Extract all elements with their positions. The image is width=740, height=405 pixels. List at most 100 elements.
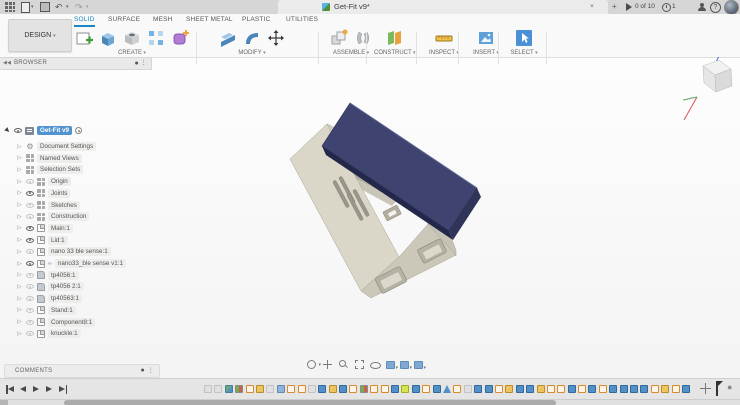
browser-row-document-settings[interactable]: ▷ ⚙ Document Settings — [16, 141, 97, 152]
expander-icon[interactable]: ▷ — [16, 155, 23, 161]
browser-row-selection-sets[interactable]: ▷ Selection Sets — [16, 164, 84, 175]
flag-icon[interactable] — [626, 3, 632, 11]
timeline-feature-box[interactable] — [619, 385, 628, 393]
browser-item-label[interactable]: Construction — [48, 212, 90, 222]
visibility-eye-icon[interactable] — [26, 237, 34, 243]
browser-item-label[interactable]: tp4056 2:1 — [48, 282, 84, 292]
move-icon[interactable] — [266, 28, 286, 48]
timeline-feature-box[interactable] — [339, 385, 348, 393]
browser-row-tp4056-1[interactable]: ▷ tp4056:1 — [16, 270, 79, 281]
fillet-icon[interactable] — [242, 28, 262, 48]
pattern-icon[interactable] — [146, 28, 166, 48]
timeline-feature-sketch[interactable] — [380, 385, 389, 393]
visibility-eye-icon[interactable] — [26, 296, 34, 302]
browser-row-lid-1[interactable]: ▷ Lid:1 — [16, 235, 68, 246]
timeline-feature-flag[interactable] — [276, 385, 285, 393]
expander-icon[interactable]: ▷ — [16, 202, 23, 208]
visibility-eye-icon[interactable] — [26, 307, 34, 313]
browser-row-named-views[interactable]: ▷ Named Views — [16, 153, 82, 164]
timeline-feature-sketch[interactable] — [370, 385, 379, 393]
ribbon-tab-utilities[interactable]: UTILITIES — [286, 16, 318, 25]
timeline-feature-box[interactable] — [484, 385, 493, 393]
step-back-button[interactable] — [19, 385, 28, 394]
display-settings-icon[interactable]: ▾ — [386, 361, 398, 371]
timeline-feature-sketch[interactable] — [422, 385, 431, 393]
browser-item-label[interactable]: Origin — [48, 177, 71, 187]
canvas-icon[interactable] — [476, 28, 496, 48]
browser-item-label[interactable]: Document Settings — [37, 142, 97, 151]
browser-row-tp40563-1[interactable]: ▷ tp40563:1 — [16, 293, 83, 304]
skip-end-button[interactable] — [58, 384, 67, 394]
user-icon[interactable] — [698, 3, 706, 11]
visibility-eye-icon[interactable] — [26, 214, 34, 220]
timeline-feature-triangle[interactable] — [442, 385, 451, 393]
timeline-feature-box[interactable] — [640, 385, 649, 393]
browser-row-joints[interactable]: ▷ Joints — [16, 188, 71, 199]
timeline-feature-sketch[interactable] — [287, 385, 296, 393]
browser-row-nano33-ble-sense-v1-1[interactable]: ▷ ∞ nano33_ble sense v1:1 — [16, 258, 127, 269]
browser-item-label[interactable]: Component8:1 — [48, 317, 96, 327]
app-launcher-icon[interactable] — [5, 2, 15, 12]
browser-row-sketches[interactable]: ▷ Sketches — [16, 200, 80, 211]
timeline-feature-box[interactable] — [630, 385, 639, 393]
timeline-feature-joint[interactable] — [359, 385, 368, 393]
expander-icon[interactable]: ▶ — [3, 126, 13, 136]
viewports-icon[interactable]: ▾ — [414, 361, 426, 371]
undo-icon[interactable]: ↶ — [55, 1, 63, 13]
browser-row-nano-33-ble-sense-1[interactable]: ▷ nano 33 ble sense:1 — [16, 246, 111, 257]
browser-root-row[interactable]: ▶ Get-Fit v9 — [3, 125, 83, 136]
timeline-feature-box[interactable] — [411, 385, 420, 393]
timeline-feature-dim[interactable] — [214, 385, 223, 393]
undo-caret-icon[interactable]: ▾ — [66, 4, 69, 10]
browser-item-label[interactable]: tp4056:1 — [48, 270, 79, 280]
expander-icon[interactable]: ▷ — [16, 272, 23, 278]
ribbon-group-label[interactable]: INSERT — [466, 50, 506, 56]
expander-icon[interactable]: ▷ — [16, 249, 23, 255]
ribbon-group-label[interactable]: ASSEMBLE — [326, 50, 376, 56]
timeline-feature-box[interactable] — [609, 385, 618, 393]
timeline-feature-current[interactable] — [401, 385, 410, 393]
expander-icon[interactable]: ▷ — [16, 307, 23, 313]
browser-row-origin[interactable]: ▷ Origin — [16, 176, 71, 187]
browser-item-label[interactable]: Named Views — [37, 153, 82, 163]
expander-icon[interactable]: ▷ — [16, 237, 23, 243]
horizontal-scrollbar[interactable] — [0, 399, 740, 405]
timeline-feature-sketch[interactable] — [557, 385, 566, 393]
comments-bar[interactable]: COMMENTS ● ⋮ — [4, 364, 160, 378]
visibility-eye-icon[interactable] — [26, 179, 34, 185]
browser-item-label[interactable]: nano33_ble sense v1:1 — [54, 259, 127, 268]
visibility-eye-icon[interactable] — [26, 284, 34, 290]
redo-icon[interactable]: ↷ — [75, 1, 83, 13]
timeline-feature-sketch[interactable] — [650, 385, 659, 393]
new-component-icon[interactable] — [329, 28, 349, 48]
browser-row-stand-1[interactable]: ▷ Stand:1 — [16, 305, 76, 316]
browser-row-tp4056-2-1[interactable]: ▷ tp4056 2:1 — [16, 281, 84, 292]
browser-item-label[interactable]: Stand:1 — [48, 305, 76, 315]
browser-item-label[interactable]: Selection Sets — [37, 165, 84, 175]
timeline-feature-box[interactable] — [588, 385, 597, 393]
ribbon-tab-plastic[interactable]: PLASTIC — [242, 16, 271, 25]
expander-icon[interactable]: ▷ — [16, 190, 23, 196]
timeline-feature-box[interactable] — [432, 385, 441, 393]
close-tab-icon[interactable]: × — [590, 3, 594, 10]
timeline-feature-sketch[interactable] — [671, 385, 680, 393]
browser-item-label[interactable]: nano 33 ble sense:1 — [48, 247, 111, 257]
timeline-feature-box[interactable] — [391, 385, 400, 393]
timeline-feature-gold[interactable] — [505, 385, 514, 393]
play-button[interactable] — [32, 385, 41, 394]
pan-icon[interactable] — [322, 359, 333, 370]
timeline-feature-component[interactable] — [224, 385, 233, 393]
form-icon[interactable] — [170, 28, 190, 48]
expander-icon[interactable]: ▷ — [16, 144, 23, 150]
visibility-eye-icon[interactable] — [26, 202, 34, 208]
collapse-panel-icon[interactable]: ◀◀ — [3, 58, 11, 69]
expander-icon[interactable]: ▷ — [16, 225, 23, 231]
browser-row-knuckle-1[interactable]: ▷ knuckle:1 — [16, 328, 81, 339]
browser-item-label[interactable]: Lid:1 — [48, 235, 68, 245]
timeline-feature-dim[interactable] — [463, 385, 472, 393]
document-tab[interactable]: Get-Fit v9* × — [278, 0, 608, 14]
timeline-feature-box[interactable] — [474, 385, 483, 393]
look-at-icon[interactable] — [370, 359, 381, 370]
ribbon-group-label[interactable]: CREATE — [70, 50, 194, 56]
expander-icon[interactable]: ▷ — [16, 319, 23, 325]
